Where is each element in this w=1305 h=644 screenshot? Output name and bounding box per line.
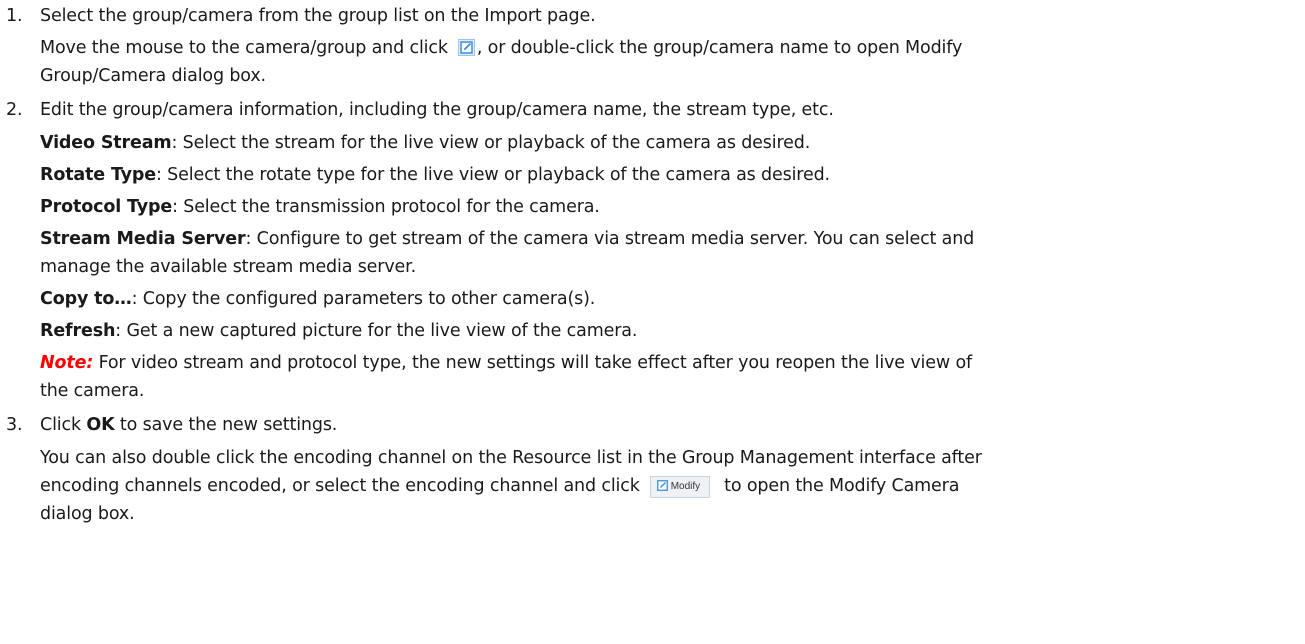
step-text: Click OK to save the new settings. (40, 412, 337, 438)
modify-button: Modify (649, 476, 711, 498)
edit-icon (457, 39, 475, 56)
note-text: For video stream and protocol type, the … (93, 353, 973, 373)
step-text-part: Click (40, 415, 87, 435)
definition-term: Rotate Type (40, 165, 157, 185)
detail-part: , or double-click the group/camera name … (476, 38, 963, 58)
step-text: Edit the group/camera information, inclu… (40, 100, 834, 120)
definition-term: Copy to… (40, 289, 132, 309)
step-text-part: to save the new settings. (114, 415, 338, 435)
step-detail: dialog box. (40, 504, 135, 524)
note-text: the camera. (40, 381, 145, 401)
step-detail: You can also double click the encoding c… (40, 448, 982, 468)
definition-desc: : Copy the configured parameters to othe… (131, 289, 596, 309)
definition-desc: : Get a new captured picture for the liv… (115, 321, 638, 341)
step-detail: Group/Camera dialog box. (40, 66, 266, 86)
definition-term: Protocol Type (40, 197, 173, 217)
definition-desc: : Select the transmission protocol for t… (172, 197, 600, 217)
edit-icon (656, 480, 668, 491)
detail-part: to open the Modify Camera (724, 476, 960, 496)
definition-term: Video Stream (40, 133, 172, 153)
step-detail: encoding channels encoded, or select the… (40, 473, 959, 499)
step-text: Select the group/camera from the group l… (40, 6, 596, 26)
definition-desc: : Select the stream for the live view or… (171, 133, 811, 153)
definition-desc: manage the available stream media server… (40, 257, 417, 277)
definition-desc: : Select the rotate type for the live vi… (156, 165, 830, 185)
step-number: 3. (6, 415, 23, 435)
ok-label: OK (86, 415, 115, 435)
note-label: Note (40, 353, 87, 373)
definition-term: Stream Media Server (40, 229, 246, 249)
step-number: 1. (6, 6, 23, 26)
step-detail: Move the mouse to the camera/group and c… (40, 35, 962, 61)
detail-part: Move the mouse to the camera/group and c… (40, 38, 448, 58)
definition-term: Refresh (40, 321, 116, 341)
step-number: 2. (6, 100, 23, 120)
modify-button-label: Modify (670, 481, 701, 492)
definition-desc: : Configure to get stream of the camera … (245, 229, 975, 249)
detail-part: encoding channels encoded, or select the… (40, 476, 640, 496)
